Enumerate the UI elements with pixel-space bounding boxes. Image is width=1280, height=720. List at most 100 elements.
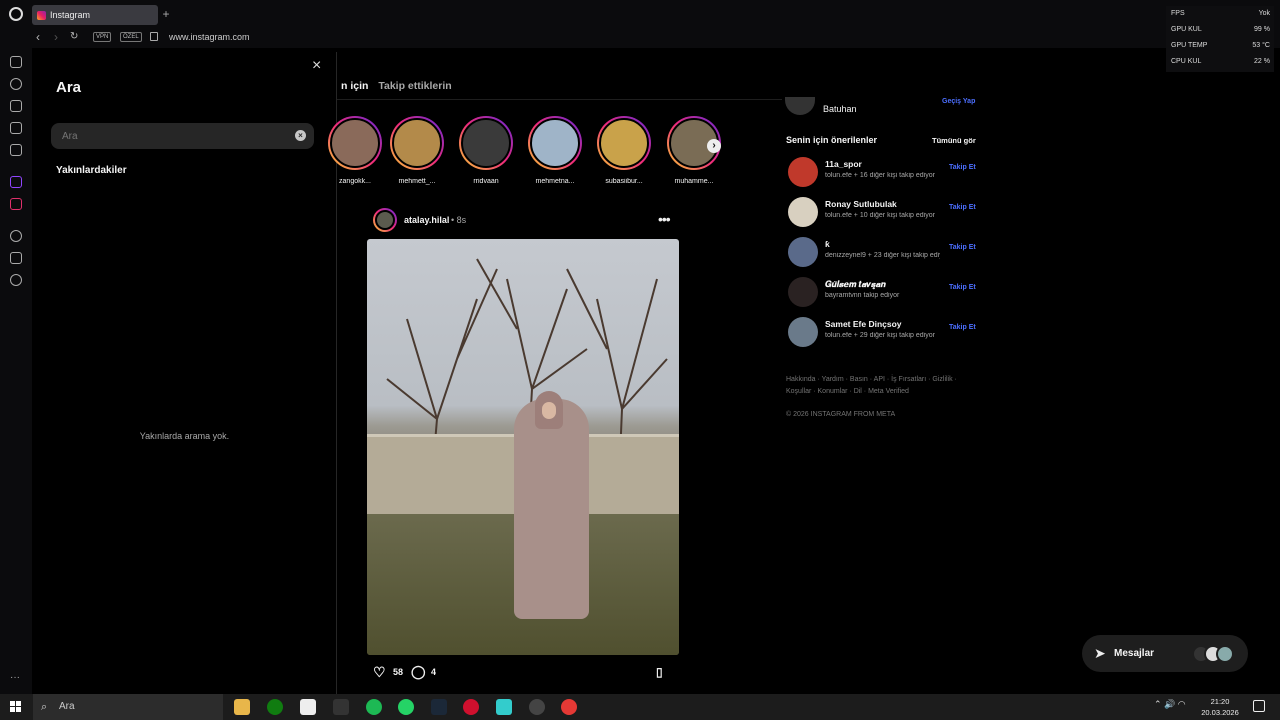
music-icon[interactable] [10,144,22,156]
comment-count: 4 [431,667,437,677]
vpn-badge[interactable]: VPN [93,32,112,42]
story-item[interactable]: mehmett_... [388,116,446,185]
post-actions: ♡ 58 ◯ 4 ▯ [373,664,679,680]
current-user-avatar[interactable] [785,97,815,115]
browser-tab-instagram[interactable]: Instagram [32,5,158,25]
more-options-icon[interactable]: ••• [658,211,671,227]
suggestion-item: ƙ denizzeynel9 + 23 diğer kişi takip edi… [788,237,978,267]
browser-tab-bar: Instagram + [0,0,1280,28]
story-item[interactable]: rridvaan [457,116,515,185]
suggestion-avatar[interactable] [788,237,818,267]
url-field[interactable]: www.instagram.com [169,32,250,42]
stat-value: Yok [1258,10,1270,17]
instagram-icon[interactable] [10,198,22,210]
taskbar-search[interactable]: ⌕ Ara [33,694,223,720]
suggestion-item: Samet Efe Dinçsoy tolun.efe + 29 diğer k… [788,317,978,347]
search-panel-title: Ara [56,79,82,96]
story-username: zangokk... [339,178,371,185]
whatsapp-icon[interactable] [398,699,414,715]
follow-button[interactable]: Takip Et [949,284,976,291]
opera-menu-icon[interactable] [9,7,23,21]
story-avatar [599,118,649,168]
new-tab-button[interactable]: + [160,7,172,21]
back-icon[interactable]: ‹ [36,30,40,44]
story-item[interactable]: zangokk... [326,116,384,185]
stat-value: 99 % [1254,26,1270,33]
suggestion-mutuals: denizzeynel9 + 23 diğer kişi takip ediyo… [825,252,940,259]
gx-icon[interactable] [10,654,22,666]
app-icon[interactable] [529,699,545,715]
spotify-icon[interactable] [366,699,382,715]
private-badge[interactable]: ÖZEL [120,32,142,42]
post-avatar[interactable] [373,208,397,232]
clear-search-icon[interactable]: × [295,130,306,141]
story-item[interactable]: subasiibur... [595,116,653,185]
follow-button[interactable]: Takip Et [949,244,976,251]
footer-links[interactable]: Hakkında · Yardım · Basın · API · İş Fır… [786,374,976,398]
like-heart-icon[interactable]: ♡ [373,664,386,680]
suggestion-username[interactable]: 11a_spor [825,159,862,169]
current-user-name: Batuhan [823,104,857,114]
suggestion-avatar[interactable] [788,157,818,187]
app-icon[interactable] [561,699,577,715]
suggestion-username[interactable]: Ronay Sutlubulak [825,199,897,209]
story-item[interactable]: mehmetna... [526,116,584,185]
forward-icon[interactable]: › [54,30,58,44]
system-tray-icons[interactable]: ⌃ 🔊 ◠ [1154,699,1186,710]
close-icon[interactable]: × [312,57,321,75]
taskbar-clock[interactable]: 21:20 20.03.2026 [1198,696,1242,718]
twitch-icon[interactable] [10,176,22,188]
story-username: mehmett_... [398,178,436,185]
windows-start-icon[interactable] [10,701,22,713]
suggestion-avatar[interactable] [788,317,818,347]
epic-games-icon[interactable] [333,699,349,715]
file-explorer-icon[interactable] [234,699,250,715]
steam-icon[interactable] [431,699,447,715]
comment-icon[interactable]: ◯ [411,664,426,680]
search-input[interactable] [51,123,314,149]
news-icon[interactable] [10,122,22,134]
stories-next-icon[interactable]: › [707,139,721,153]
tab-following[interactable]: Takip ettiklerin [378,80,451,92]
see-all-link[interactable]: Tümünü gör [932,136,976,145]
follow-button[interactable]: Takip Et [949,204,976,211]
suggestion-username[interactable]: ƙ [825,239,830,249]
suggestion-mutuals: bayramtvnn takip ediyor [825,292,900,299]
post-image[interactable] [367,239,679,655]
follow-button[interactable]: Takip Et [949,324,976,331]
stat-label: CPU KUL [1171,58,1202,65]
divider [337,99,782,100]
notification-icon[interactable] [1253,700,1265,712]
app-icon[interactable] [496,699,512,715]
suggestion-username[interactable]: 𝑮𝒖̈𝒍𝒔𝒆𝒎 𝒕𝒂𝒗𝒔̧𝒂𝒏 [825,279,886,290]
extensions-icon[interactable] [10,252,22,264]
document-icon[interactable] [300,699,316,715]
player-icon[interactable] [10,230,22,242]
history-icon[interactable] [10,78,22,90]
bookmark-icon[interactable]: ▯ [656,664,663,680]
messages-button[interactable]: ➤ Mesajlar [1082,635,1248,672]
bag-icon[interactable] [10,100,22,112]
recent-searches-heading: Yakınlardakiler [56,165,127,176]
tab-for-you[interactable]: n için [341,80,368,92]
suggestion-username[interactable]: Samet Efe Dinçsoy [825,319,902,329]
message-avatars [1192,645,1238,663]
post-time: • 8s [451,215,467,225]
browser-sidebar: ··· [0,48,32,694]
post-username[interactable]: atalay.hilal [404,215,449,225]
opera-gx-icon[interactable] [463,699,479,715]
messages-label: Mesajlar [1114,648,1155,659]
switch-account-link[interactable]: Geçiş Yap [942,98,975,105]
story-username: muhamme... [674,178,714,185]
gamepad-icon[interactable] [10,56,22,68]
suggestion-avatar[interactable] [788,197,818,227]
stat-value: 22 % [1254,58,1270,65]
suggestion-avatar[interactable] [788,277,818,307]
follow-button[interactable]: Takip Et [949,164,976,171]
settings-gear-icon[interactable] [10,274,22,286]
xbox-icon[interactable] [267,699,283,715]
feed-tabs: n için Takip ettiklerin [341,80,459,92]
reload-icon[interactable]: ↻ [70,31,78,42]
lock-icon[interactable] [150,32,158,41]
more-icon[interactable]: ··· [10,673,22,686]
